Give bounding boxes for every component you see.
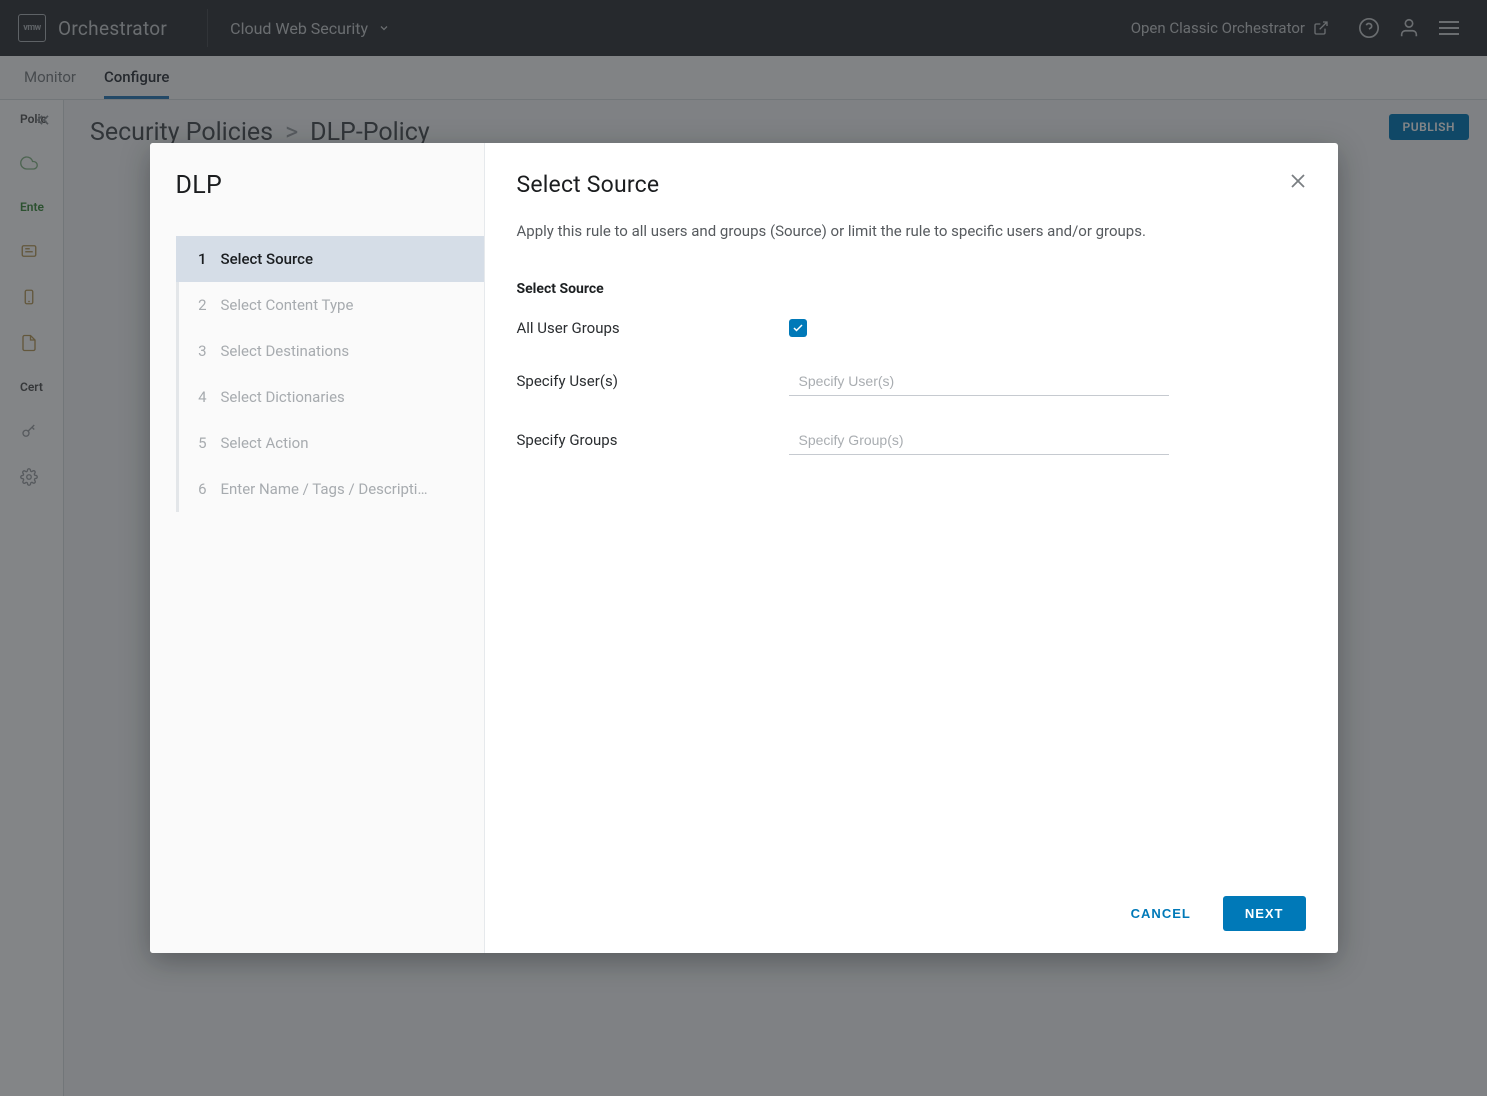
step-number: 3 bbox=[197, 342, 207, 360]
step-number: 5 bbox=[197, 434, 207, 452]
step-label: Enter Name / Tags / Descripti… bbox=[221, 480, 472, 498]
step-number: 2 bbox=[197, 296, 207, 314]
row-specify-groups: Specify Groups bbox=[517, 426, 1306, 455]
checkmark-icon bbox=[792, 322, 804, 334]
wizard-steps: 1 Select Source 2 Select Content Type 3 … bbox=[176, 236, 484, 512]
specify-groups-input[interactable] bbox=[789, 426, 1169, 455]
modal-backdrop: DLP 1 Select Source 2 Select Content Typ… bbox=[0, 0, 1487, 1096]
cancel-button[interactable]: CANCEL bbox=[1117, 896, 1205, 931]
wizard-step-4[interactable]: 4 Select Dictionaries bbox=[179, 374, 484, 420]
panel-description: Apply this rule to all users and groups … bbox=[517, 220, 1306, 243]
wizard-step-2[interactable]: 2 Select Content Type bbox=[179, 282, 484, 328]
specify-groups-label: Specify Groups bbox=[517, 431, 789, 449]
step-number: 4 bbox=[197, 388, 207, 406]
step-label: Select Source bbox=[221, 250, 472, 268]
step-label: Select Action bbox=[221, 434, 472, 452]
modal-footer: CANCEL NEXT bbox=[517, 878, 1306, 931]
step-number: 6 bbox=[197, 480, 207, 498]
wizard-step-5[interactable]: 5 Select Action bbox=[179, 420, 484, 466]
wizard-step-6[interactable]: 6 Enter Name / Tags / Descripti… bbox=[179, 466, 484, 512]
row-specify-users: Specify User(s) bbox=[517, 367, 1306, 396]
wizard-step-1[interactable]: 1 Select Source bbox=[176, 236, 484, 282]
close-modal-button[interactable] bbox=[1286, 169, 1310, 193]
specify-users-label: Specify User(s) bbox=[517, 372, 789, 390]
step-label: Select Dictionaries bbox=[221, 388, 472, 406]
specify-users-input[interactable] bbox=[789, 367, 1169, 396]
all-user-groups-label: All User Groups bbox=[517, 319, 789, 337]
row-all-user-groups: All User Groups bbox=[517, 319, 1306, 337]
dlp-wizard-modal: DLP 1 Select Source 2 Select Content Typ… bbox=[150, 143, 1338, 953]
step-label: Select Destinations bbox=[221, 342, 472, 360]
wizard-title: DLP bbox=[176, 171, 484, 200]
all-user-groups-checkbox[interactable] bbox=[789, 319, 807, 337]
wizard-step-3[interactable]: 3 Select Destinations bbox=[179, 328, 484, 374]
close-icon bbox=[1286, 169, 1310, 193]
wizard-step-panel: DLP 1 Select Source 2 Select Content Typ… bbox=[150, 143, 485, 953]
next-button[interactable]: NEXT bbox=[1223, 896, 1306, 931]
section-heading: Select Source bbox=[517, 281, 1306, 297]
step-label: Select Content Type bbox=[221, 296, 472, 314]
panel-title: Select Source bbox=[517, 171, 1306, 198]
wizard-content-panel: Select Source Apply this rule to all use… bbox=[485, 143, 1338, 953]
step-number: 1 bbox=[197, 250, 207, 268]
